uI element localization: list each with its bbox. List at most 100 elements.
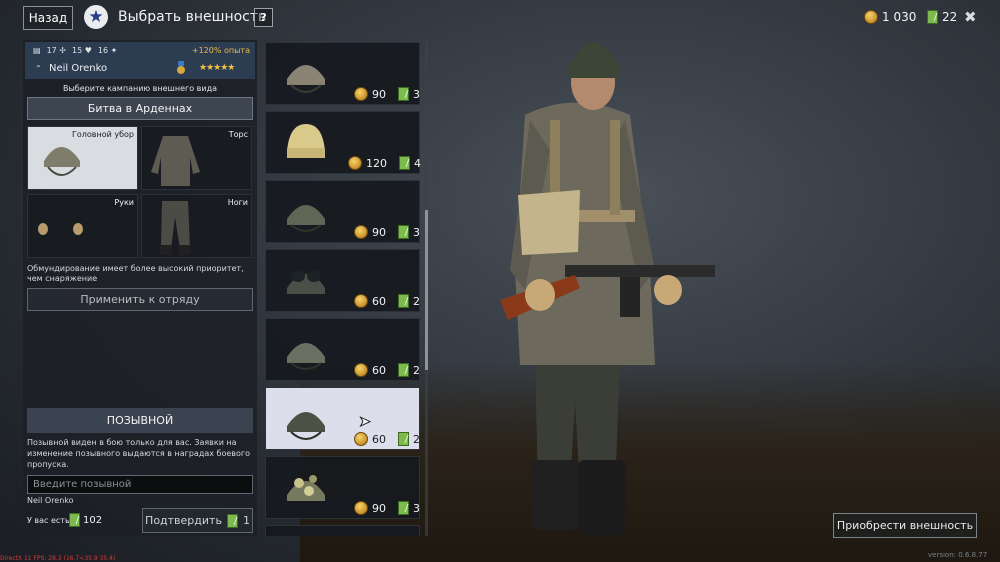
trousers-icon: [160, 201, 191, 255]
gold-amount: 1 030: [882, 10, 917, 24]
mouse-cursor-icon: ➤: [359, 414, 372, 431]
ticket-icon: [398, 87, 409, 101]
slot-torso[interactable]: Торс: [141, 126, 252, 190]
callsign-input[interactable]: [27, 475, 253, 494]
apply-to-squad-button[interactable]: Применить к отряду: [27, 288, 253, 311]
callsign-header: ПОЗЫВНОЙ: [27, 408, 253, 433]
list-item[interactable]: 60 2: [265, 249, 420, 312]
xp-bonus: +120% опыта: [191, 46, 250, 55]
allies-star-icon: ★: [84, 5, 108, 29]
list-item[interactable]: 90 3: [265, 180, 420, 243]
item-price: 90 3: [354, 225, 420, 239]
slot-torso-label: Торс: [228, 130, 248, 139]
soldier-card[interactable]: ▤ 17 ✢ 15 ♥ 16 ✦ +120% опыта ⌃ Neil Oren…: [25, 42, 255, 79]
camo-helmet-icon: [287, 475, 325, 501]
item-gold: 90: [372, 501, 386, 515]
list-item[interactable]: 90 3: [265, 456, 420, 519]
gold-coin-icon: [354, 294, 368, 308]
appearance-panel: ▤ 17 ✢ 15 ♥ 16 ✦ +120% опыта ⌃ Neil Oren…: [23, 40, 257, 536]
close-icon[interactable]: ✖: [964, 8, 977, 26]
item-tickets: 2: [413, 432, 420, 446]
ticket-icon: [399, 156, 410, 170]
callsign-tickets-balance: 102: [69, 513, 102, 527]
item-tickets: 2: [413, 363, 420, 377]
gold-coin-icon: [354, 363, 368, 377]
gold-coin-icon: [864, 10, 878, 24]
confirm-cost: 1: [242, 514, 250, 527]
slot-head[interactable]: Головной убор: [27, 126, 138, 190]
coat-icon: [151, 136, 200, 186]
helmet-icon: [287, 65, 325, 93]
item-gold: 90: [372, 225, 386, 239]
ticket-icon: [398, 363, 409, 377]
slot-legs[interactable]: Ноги: [141, 194, 252, 258]
ticket-icon: [69, 513, 80, 527]
gold-coin-icon: [354, 87, 368, 101]
rank-chevron-icon: ⌃: [35, 64, 42, 73]
item-gold: 60: [372, 294, 386, 308]
ticket-icon: [927, 10, 938, 24]
helmet-list: 90 3 120 4 90 3 60 2 60 2 ➤ 60 2 90 3: [263, 40, 423, 536]
item-gold: 60: [372, 363, 386, 377]
version-label: version: 0.6.8.77: [928, 551, 988, 559]
slot-hands[interactable]: Руки: [27, 194, 138, 258]
callsign-tickets-amount: 102: [83, 514, 103, 526]
helmet-icon: [44, 147, 80, 176]
ticket-icon: [398, 294, 409, 308]
stat-2: 15 ♥: [72, 46, 92, 55]
knit-cap-icon: [287, 124, 325, 158]
item-tickets: 3: [413, 225, 420, 239]
item-price: 60 2: [354, 294, 420, 308]
stat-1: 17 ✢: [46, 46, 66, 55]
gloves-icon: [38, 223, 83, 235]
soldier-stats: ▤ 17 ✢ 15 ♥ 16 ✦: [33, 46, 117, 55]
item-price: 120 4: [348, 156, 421, 170]
list-item[interactable]: 90 3: [265, 42, 420, 105]
item-gold: 90: [372, 87, 386, 101]
ticket-icon: [398, 225, 409, 239]
current-callsign: Neil Orenko: [27, 496, 74, 505]
campaign-selector[interactable]: Битва в Арденнах: [27, 97, 253, 120]
item-price: 60 2: [354, 432, 420, 446]
fps-counter: DirectX 11 FPS: 28.3 (16.7<35.9 35.4): [0, 555, 116, 562]
item-gold: 120: [366, 156, 387, 170]
item-gold: 60: [372, 432, 386, 446]
campaign-hint: Выберите кампанию внешнего вида: [63, 84, 217, 93]
stat-3: 16 ✦: [97, 46, 118, 55]
gold-coin-icon: [354, 501, 368, 515]
ticket-icon: [398, 501, 409, 515]
class-icon: ▤: [33, 46, 41, 55]
item-tickets: 2: [413, 294, 420, 308]
item-tickets: 3: [413, 87, 420, 101]
list-item-selected[interactable]: ➤ 60 2: [265, 387, 420, 450]
back-button[interactable]: Назад: [23, 6, 73, 30]
gold-coin-icon: [354, 432, 368, 446]
helmet-icon: [287, 412, 325, 440]
slot-head-label: Головной убор: [71, 130, 134, 139]
list-item[interactable]: [265, 525, 420, 536]
soldier-name: Neil Orenko: [49, 63, 108, 74]
goggles-helmet-icon: [287, 270, 325, 294]
item-tickets: 3: [413, 501, 420, 515]
gold-balance: 1 030: [864, 10, 916, 24]
confirm-callsign-button[interactable]: Подтвердить 1: [142, 508, 253, 533]
ticket-balance: 22: [927, 10, 957, 24]
helmet-icon: [287, 343, 325, 370]
medal-icon: [176, 61, 186, 74]
list-item[interactable]: 120 4: [265, 111, 421, 174]
page-title: Выбрать внешность: [118, 9, 267, 25]
scrollbar-thumb[interactable]: [425, 210, 428, 370]
top-bar: Назад ★ Выбрать внешность ? 1 030 22 ✖: [0, 0, 1000, 36]
helmet-icon: [287, 205, 325, 232]
purchase-appearance-button[interactable]: Приобрести внешность: [833, 513, 977, 538]
balance-label: У вас есть: [27, 516, 70, 525]
list-item[interactable]: 60 2: [265, 318, 420, 381]
rating-stars: ★★★★★: [199, 63, 235, 73]
item-tickets: 4: [414, 156, 421, 170]
callsign-description: Позывной виден в бою только для вас. Зая…: [27, 438, 250, 469]
item-price: 60 2: [354, 363, 420, 377]
list-scrollbar[interactable]: [425, 40, 428, 536]
item-price: 90 3: [354, 501, 420, 515]
ticket-icon: [226, 513, 238, 528]
help-button[interactable]: ?: [254, 8, 273, 27]
